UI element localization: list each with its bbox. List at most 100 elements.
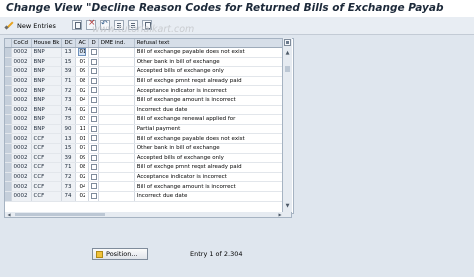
refusal-text-input[interactable]: [136, 163, 282, 172]
cell-ac[interactable]: [75, 191, 90, 202]
ac-input[interactable]: [78, 67, 87, 76]
cell-d[interactable]: [88, 172, 99, 183]
ac-input[interactable]: [78, 115, 87, 124]
cell-d[interactable]: [88, 181, 99, 192]
cell-dme-ind[interactable]: [98, 95, 135, 106]
refusal-text-input[interactable]: [136, 96, 282, 105]
dme-ind-input[interactable]: [100, 134, 132, 143]
cell-dme-ind[interactable]: [98, 85, 135, 96]
cell-ac[interactable]: [75, 181, 90, 192]
cell-dme-ind[interactable]: [98, 57, 135, 68]
dme-ind-input[interactable]: [100, 77, 132, 85]
d-checkbox[interactable]: [90, 77, 97, 84]
cell-dme-ind[interactable]: [98, 47, 135, 58]
refusal-text-input[interactable]: [136, 173, 282, 181]
dme-ind-input[interactable]: [100, 144, 132, 153]
cell-ac[interactable]: [75, 143, 90, 154]
cell-refusal-text[interactable]: [134, 124, 285, 135]
refusal-text-input[interactable]: [136, 86, 282, 95]
cell-ac[interactable]: [75, 153, 90, 164]
dme-ind-input[interactable]: [100, 115, 132, 124]
vertical-scrollbar[interactable]: ▲ ▼: [282, 38, 292, 212]
cell-refusal-text[interactable]: [134, 153, 285, 164]
refusal-text-input[interactable]: [136, 144, 282, 153]
cell-ac[interactable]: [75, 124, 90, 135]
cell-ac[interactable]: [75, 172, 90, 183]
cell-dme-ind[interactable]: [98, 153, 135, 164]
cell-refusal-text[interactable]: [134, 114, 285, 125]
dme-ind-input[interactable]: [100, 67, 132, 76]
d-checkbox[interactable]: [90, 106, 97, 113]
column-header-ac[interactable]: AC: [75, 39, 90, 48]
cell-ac[interactable]: [75, 57, 90, 68]
dme-ind-input[interactable]: [100, 173, 132, 181]
ac-input[interactable]: [78, 144, 87, 153]
refusal-text-input[interactable]: [136, 57, 282, 66]
refusal-text-input[interactable]: [136, 105, 282, 114]
cell-d[interactable]: [88, 47, 99, 58]
cell-dme-ind[interactable]: [98, 143, 135, 154]
cell-d[interactable]: [88, 133, 99, 144]
dme-ind-input[interactable]: [100, 105, 132, 114]
cell-refusal-text[interactable]: [134, 162, 285, 173]
ac-input[interactable]: [78, 105, 87, 114]
cell-dme-ind[interactable]: [98, 162, 135, 173]
ac-input[interactable]: [78, 86, 87, 95]
cell-dme-ind[interactable]: [98, 105, 135, 116]
ac-input[interactable]: [78, 48, 87, 57]
d-checkbox[interactable]: [90, 192, 97, 199]
cell-d[interactable]: [88, 105, 99, 116]
cell-refusal-text[interactable]: [134, 85, 285, 96]
ac-input[interactable]: [78, 134, 87, 143]
refusal-text-input[interactable]: [136, 125, 282, 133]
cell-refusal-text[interactable]: [134, 172, 285, 183]
cell-refusal-text[interactable]: [134, 143, 285, 154]
d-checkbox[interactable]: [90, 154, 97, 161]
cell-refusal-text[interactable]: [134, 133, 285, 144]
cell-refusal-text[interactable]: [134, 76, 285, 87]
cell-d[interactable]: [88, 85, 99, 96]
refusal-text-input[interactable]: [136, 153, 282, 162]
cell-dme-ind[interactable]: [98, 114, 135, 125]
horizontal-scroll-thumb[interactable]: [15, 213, 105, 216]
refusal-text-input[interactable]: [136, 134, 282, 143]
cell-ac[interactable]: [75, 114, 90, 125]
dme-ind-input[interactable]: [100, 57, 132, 66]
d-checkbox[interactable]: [90, 116, 97, 123]
vertical-scroll-thumb[interactable]: [285, 66, 290, 72]
position-button[interactable]: Position...: [92, 248, 148, 260]
cell-d[interactable]: [88, 162, 99, 173]
refusal-text-input[interactable]: [136, 182, 282, 191]
cell-d[interactable]: [88, 66, 99, 77]
cell-refusal-text[interactable]: [134, 95, 285, 106]
cell-dme-ind[interactable]: [98, 76, 135, 87]
d-checkbox[interactable]: [90, 164, 97, 171]
scroll-up-icon[interactable]: ▲: [284, 50, 291, 57]
cell-ac[interactable]: [75, 85, 90, 96]
column-header-house-bk[interactable]: House Bk: [31, 39, 63, 48]
ac-input[interactable]: [78, 192, 87, 201]
copy-icon[interactable]: [72, 20, 82, 30]
dme-ind-input[interactable]: [100, 125, 132, 133]
d-checkbox[interactable]: [90, 49, 97, 56]
d-checkbox[interactable]: [90, 125, 97, 132]
column-header-refusal-text[interactable]: Refusal text: [134, 39, 285, 48]
ac-input[interactable]: [78, 96, 87, 105]
d-checkbox[interactable]: [90, 58, 97, 65]
horizontal-scrollbar[interactable]: ◀ ▶: [4, 212, 292, 218]
cell-refusal-text[interactable]: [134, 181, 285, 192]
column-header-cocd[interactable]: CoCd: [11, 39, 32, 48]
dme-ind-input[interactable]: [100, 163, 132, 172]
cell-ac[interactable]: [75, 162, 90, 173]
cell-dme-ind[interactable]: [98, 191, 135, 202]
ac-input[interactable]: [78, 57, 87, 66]
cell-d[interactable]: [88, 95, 99, 106]
d-checkbox[interactable]: [90, 87, 97, 94]
cell-ac[interactable]: [75, 105, 90, 116]
cell-refusal-text[interactable]: [134, 57, 285, 68]
cell-ac[interactable]: [75, 47, 90, 58]
cell-ac[interactable]: [75, 76, 90, 87]
d-checkbox[interactable]: [90, 97, 97, 104]
cell-d[interactable]: [88, 76, 99, 87]
cell-ac[interactable]: [75, 133, 90, 144]
